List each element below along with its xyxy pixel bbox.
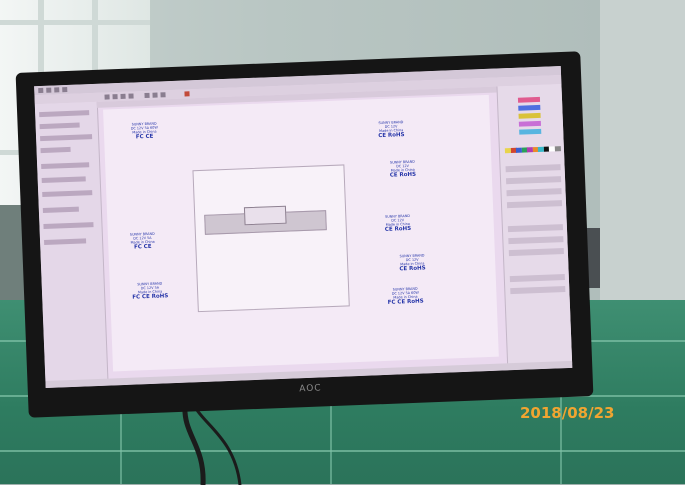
label-block-top-right-1: SUNNY BRAND DC 12V Made in China CE RoHS [378, 120, 405, 140]
layer-color[interactable] [519, 128, 542, 135]
layer-color[interactable] [518, 104, 541, 111]
selected-object[interactable] [243, 205, 287, 226]
label-block-top-right-2: SUNNY BRAND DC 12V Made in China CE RoHS [389, 159, 417, 179]
label-block-low-right-2: SUNNY BRAND DC 12V 5A 60W Made in China FC… [387, 286, 424, 306]
layer-color[interactable] [517, 96, 541, 103]
label-block-low-left: SUNNY BRAND DC 12V 5A Made in China FC CE … [132, 281, 169, 301]
wall-right [600, 0, 685, 330]
color-swatch[interactable] [554, 146, 561, 152]
label-block-low-right-1: SUNNY BRAND DC 12V Made in China CE RoHS [399, 253, 426, 273]
label-block-mid-right: SUNNY BRAND DC 12V Made in China CE RoHS [384, 213, 412, 233]
layer-color[interactable] [518, 112, 541, 119]
monitor-screen: SUNNY BRAND DC 12V 5A 60W Made in China FC… [34, 66, 573, 389]
left-tool-panel[interactable] [34, 101, 109, 385]
layer-color[interactable] [518, 120, 542, 127]
artboard [192, 164, 350, 313]
monitor: SUNNY BRAND DC 12V 5A 60W Made in China FC… [15, 51, 594, 418]
monitor-cable [182, 405, 242, 485]
label-block-mid-left: SUNNY BRAND DC 12V 5A Made in China FC CE [129, 231, 155, 251]
date-stamp: 2018/08/23 [520, 404, 615, 422]
right-properties-panel[interactable] [496, 83, 573, 367]
label-block-top-left: SUNNY BRAND DC 12V 5A 60W Made in China FC… [130, 121, 158, 141]
